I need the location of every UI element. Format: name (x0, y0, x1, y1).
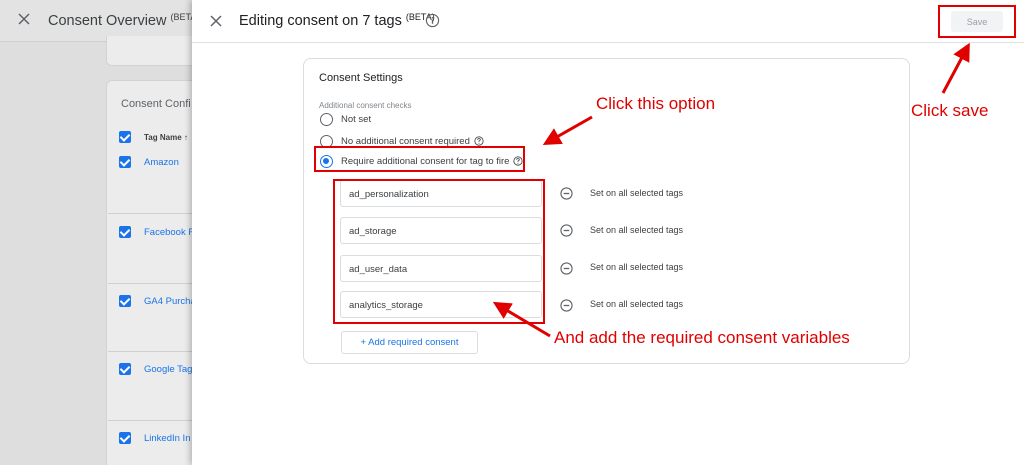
divider (108, 283, 198, 284)
tag-link[interactable]: LinkedIn In (144, 433, 190, 444)
header-checkbox[interactable] (119, 131, 131, 143)
tag-link[interactable]: GA4 Purcha (144, 296, 196, 307)
consent-variable-status: Set on all selected tags (590, 262, 684, 272)
info-icon[interactable] (425, 13, 440, 28)
annotation-add-variables: And add the required consent variables (554, 328, 850, 347)
tag-checkbox[interactable] (119, 363, 131, 375)
tag-checkbox[interactable] (119, 226, 131, 238)
annotation-box-option (314, 146, 525, 172)
divider (108, 351, 198, 352)
background-title: Consent Overview (BETA) (48, 12, 200, 29)
tag-checkbox[interactable] (119, 295, 131, 307)
remove-circle-icon[interactable] (560, 187, 573, 200)
panel-title: Editing consent on 7 tags (BETA) (239, 12, 435, 29)
remove-circle-icon[interactable] (560, 224, 573, 237)
help-icon[interactable] (474, 136, 484, 146)
radio-button[interactable] (320, 112, 333, 126)
add-required-consent-button[interactable]: + Add required consent (341, 331, 478, 354)
annotation-box-variables (333, 179, 545, 324)
consent-variable-status: Set on all selected tags (590, 188, 684, 198)
edit-consent-panel: Editing consent on 7 tags (BETA) Save Co… (192, 0, 1024, 465)
additional-consent-checks-label: Additional consent checks (319, 101, 412, 110)
annotation-click-save: Click save (911, 101, 989, 120)
consent-variable-status: Set on all selected tags (590, 299, 684, 309)
annotation-click-option: Click this option (596, 94, 716, 113)
panel-header: Editing consent on 7 tags (BETA) Save (192, 0, 1024, 43)
remove-circle-icon[interactable] (560, 262, 573, 275)
remove-circle-icon[interactable] (560, 299, 573, 312)
background-card-title: Consent Confi (121, 98, 191, 110)
close-icon[interactable] (208, 13, 224, 29)
consent-variable-status: Set on all selected tags (590, 225, 684, 235)
tag-checkbox[interactable] (119, 156, 131, 168)
close-icon[interactable] (16, 11, 32, 27)
tag-link[interactable]: Amazon (144, 157, 179, 168)
radio-not-set[interactable]: Not set (320, 112, 371, 126)
divider (108, 213, 198, 214)
tag-link[interactable]: Facebook F (144, 227, 194, 238)
consent-settings-title: Consent Settings (319, 72, 403, 84)
divider (108, 420, 198, 421)
tag-name-column-header[interactable]: Tag Name ↑ (144, 133, 188, 142)
annotation-box-save (938, 5, 1016, 38)
tag-link[interactable]: Google Tag (144, 364, 192, 375)
tag-checkbox[interactable] (119, 432, 131, 444)
